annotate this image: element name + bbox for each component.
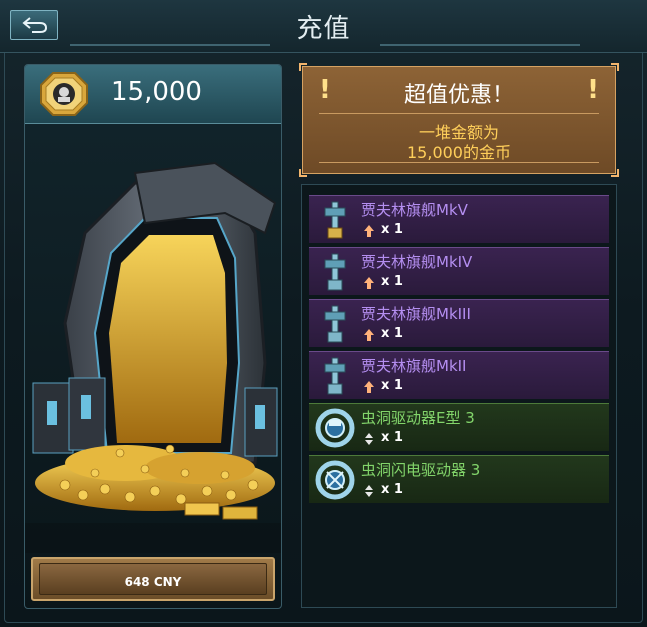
arrow-up-icon xyxy=(364,277,374,289)
offer-title: 超值优惠！ xyxy=(403,83,514,108)
item-quantity: x 1 xyxy=(381,326,403,341)
gold-coin-icon xyxy=(40,72,88,116)
gold-vault-illustration xyxy=(25,161,281,553)
flagship-ship-icon xyxy=(324,357,346,395)
item-name: 贾夫林旗舰MkIII xyxy=(361,305,471,323)
diamond-icon xyxy=(365,433,373,445)
list-item[interactable]: 贾夫林旗舰MkV x 1 xyxy=(309,195,609,243)
item-quantity: x 1 xyxy=(381,274,403,289)
item-name: 虫洞闪电驱动器 3 xyxy=(361,461,481,479)
diamond-icon xyxy=(365,485,373,497)
item-quantity: x 1 xyxy=(381,222,403,237)
coin-amount: 15,000 xyxy=(111,77,202,107)
arrow-up-icon xyxy=(364,381,374,393)
item-quantity: x 1 xyxy=(381,482,403,497)
flagship-ship-icon xyxy=(324,305,346,343)
shop-window: 充值 15,000 648 CNY ! ! 超值优惠！ 一堆金额为 15,000… xyxy=(0,0,647,627)
page-title: 充值 xyxy=(296,14,351,44)
buy-button-inner: 648 CNY xyxy=(39,563,267,595)
reward-list: 贾夫林旗舰MkV x 1 贾夫林旗舰MkIV x 1 贾夫林旗舰MkIII x … xyxy=(301,184,617,608)
wormhole-drive-icon xyxy=(315,408,355,448)
buy-button[interactable]: 648 CNY xyxy=(31,557,275,601)
offer-banner: ! ! 超值优惠！ 一堆金额为 15,000的金币 xyxy=(299,63,619,177)
header-divider-right xyxy=(380,44,580,46)
coin-amount-bar: 15,000 xyxy=(25,65,281,124)
pack-panel: 15,000 648 CNY xyxy=(24,64,282,609)
arrow-up-icon xyxy=(364,329,374,341)
item-name: 贾夫林旗舰MkII xyxy=(361,357,467,375)
list-item[interactable]: 虫洞闪电驱动器 3 x 1 xyxy=(309,455,609,503)
flagship-ship-icon xyxy=(324,253,346,291)
offer-divider-top xyxy=(319,113,599,114)
offer-corner-tl xyxy=(299,63,307,71)
item-name: 贾夫林旗舰MkIV xyxy=(361,253,473,271)
header-bar: 充值 xyxy=(0,0,647,53)
wormhole-drive-icon xyxy=(315,460,355,500)
item-quantity: x 1 xyxy=(381,378,403,393)
flagship-ship-icon xyxy=(324,201,346,239)
item-name: 虫洞驱动器E型 3 xyxy=(361,409,475,427)
list-item[interactable]: 贾夫林旗舰MkIV x 1 xyxy=(309,247,609,295)
arrow-up-icon xyxy=(364,225,374,237)
price-label: 648 CNY xyxy=(124,575,182,589)
list-item[interactable]: 虫洞驱动器E型 3 x 1 xyxy=(309,403,609,451)
header-divider-left xyxy=(70,44,270,46)
item-name: 贾夫林旗舰MkV xyxy=(361,201,468,219)
offer-corner-bl xyxy=(299,169,307,177)
item-quantity: x 1 xyxy=(381,430,403,445)
offer-corner-br xyxy=(611,169,619,177)
list-item[interactable]: 贾夫林旗舰MkII x 1 xyxy=(309,351,609,399)
offer-corner-tr xyxy=(611,63,619,71)
offer-divider-bottom xyxy=(319,162,599,163)
offer-desc-line2: 15,000的金币 xyxy=(407,143,511,162)
list-item[interactable]: 贾夫林旗舰MkIII x 1 xyxy=(309,299,609,347)
